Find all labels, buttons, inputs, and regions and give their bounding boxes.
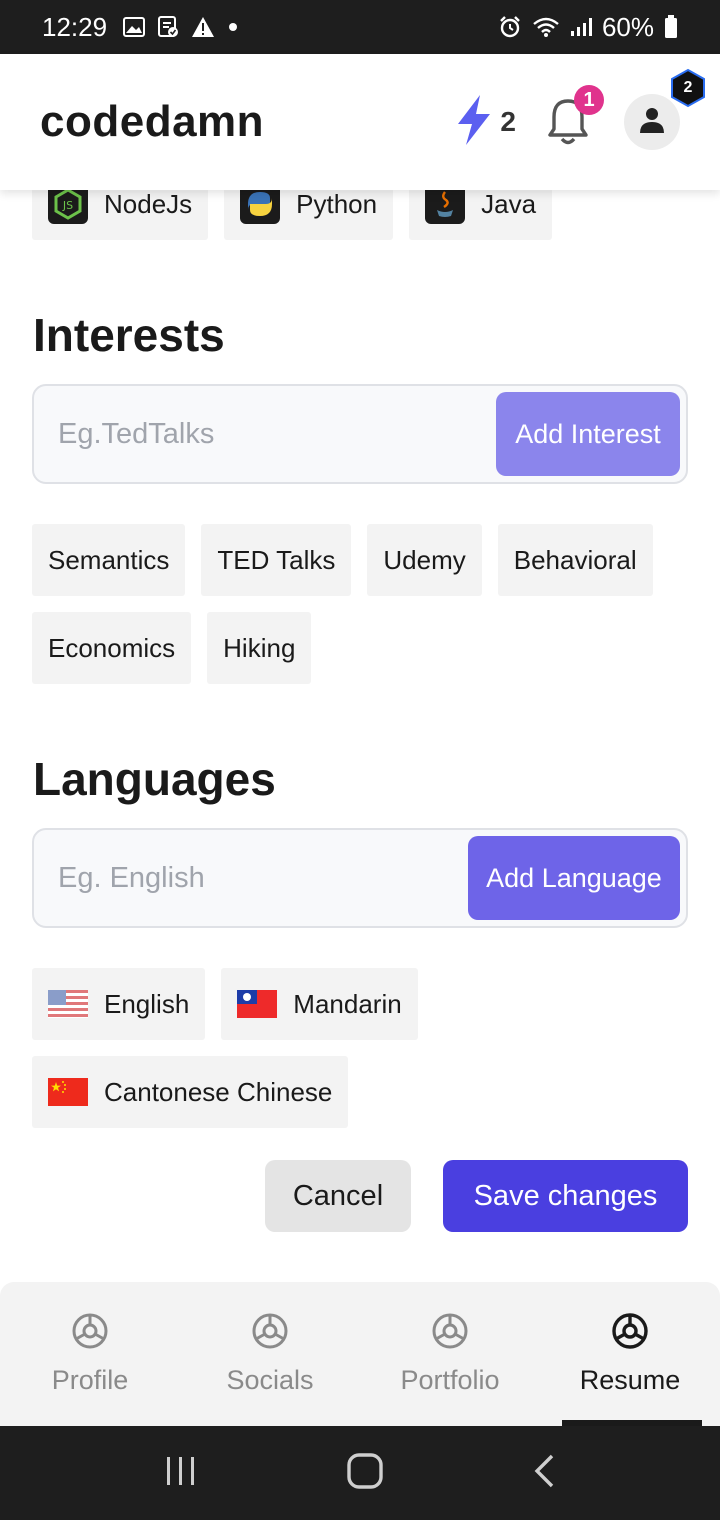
signal-icon [570, 17, 592, 37]
bolt-counter[interactable]: 2 [454, 94, 516, 151]
tab-socials[interactable]: Socials [180, 1282, 360, 1426]
bell-icon [546, 99, 590, 151]
notifications-button[interactable]: 1 [546, 85, 604, 147]
interest-chips-row-1: Semantics TED Talks Udemy Behavioral [32, 524, 653, 596]
interests-heading: Interests [33, 309, 225, 361]
level-badge: 2 [668, 68, 708, 108]
user-icon [638, 106, 666, 139]
status-time: 12:29 [42, 11, 108, 42]
skill-label: Java [481, 188, 537, 219]
language-chip[interactable]: Cantonese Chinese [32, 1056, 349, 1128]
us-flag-icon [48, 990, 88, 1018]
tab-profile[interactable]: Profile [0, 1282, 180, 1426]
language-chips-row-2: Cantonese Chinese [32, 1056, 349, 1128]
interest-chip[interactable]: Hiking [207, 612, 312, 684]
dot-icon [227, 21, 239, 33]
notification-badge: 1 [574, 85, 604, 115]
system-nav-bar [0, 1426, 720, 1520]
task-icon [157, 16, 179, 38]
back-icon[interactable] [532, 1453, 556, 1494]
interest-chip[interactable]: Semantics [32, 524, 186, 596]
interest-input-group: Add Interest [32, 384, 688, 484]
battery-percent: 60% [601, 11, 654, 42]
skill-label: NodeJs [104, 188, 193, 219]
chrome-icon [251, 1312, 289, 1357]
chrome-icon [431, 1312, 469, 1357]
tab-label: Resume [579, 1365, 681, 1395]
chrome-icon [611, 1312, 649, 1357]
level-badge-count: 2 [683, 79, 693, 96]
add-interest-button[interactable]: Add Interest [496, 392, 680, 476]
svg-text:JS: JS [62, 199, 73, 212]
language-label: English [104, 988, 190, 1019]
tab-label: Socials [226, 1365, 314, 1395]
languages-heading: Languages [33, 753, 276, 805]
battery-icon [664, 15, 678, 39]
interest-chips-row-2: Economics Hiking [32, 612, 312, 684]
interest-chip[interactable]: Udemy [367, 524, 482, 596]
codedamn-logo[interactable]: codedamn [40, 97, 264, 147]
status-bar: 12:29 60% [0, 0, 720, 54]
form-actions: Cancel Save changes [265, 1160, 688, 1232]
interest-chip[interactable]: Behavioral [497, 524, 653, 596]
taiwan-flag-icon [237, 990, 278, 1018]
chrome-icon [71, 1312, 109, 1357]
recent-apps-icon[interactable] [164, 1455, 198, 1492]
tab-portfolio[interactable]: Portfolio [360, 1282, 540, 1426]
skill-label: Python [296, 188, 378, 219]
interest-chip[interactable]: Economics [32, 612, 192, 684]
china-flag-icon [48, 1078, 88, 1106]
python-icon [240, 184, 281, 224]
interest-chip[interactable]: TED Talks [201, 524, 352, 596]
add-language-button[interactable]: Add Language [468, 836, 680, 920]
bolt-icon [454, 94, 494, 151]
app-header: codedamn 2 1 2 [0, 54, 720, 190]
language-chips-row-1: English Mandarin [32, 968, 418, 1040]
bolt-count: 2 [500, 106, 516, 137]
java-icon [425, 184, 466, 224]
wifi-icon [532, 16, 560, 38]
save-changes-button[interactable]: Save changes [443, 1160, 688, 1232]
alarm-icon [498, 15, 522, 39]
language-input-group: Add Language [32, 828, 688, 928]
avatar-button[interactable]: 2 [624, 68, 705, 150]
bottom-tab-bar: Profile Socials Portfolio Resume [0, 1282, 720, 1426]
language-chip[interactable]: English [32, 968, 206, 1040]
warning-icon [191, 16, 215, 38]
language-chip[interactable]: Mandarin [221, 968, 418, 1040]
nodejs-icon: JS [48, 184, 88, 224]
tab-label: Profile [51, 1365, 129, 1395]
tab-resume[interactable]: Resume [540, 1282, 720, 1426]
home-icon[interactable] [346, 1452, 384, 1495]
gallery-icon [123, 17, 146, 37]
tab-label: Portfolio [400, 1365, 500, 1395]
language-label: Mandarin [293, 988, 402, 1019]
language-label: Cantonese Chinese [104, 1076, 333, 1107]
cancel-button[interactable]: Cancel [265, 1160, 411, 1232]
